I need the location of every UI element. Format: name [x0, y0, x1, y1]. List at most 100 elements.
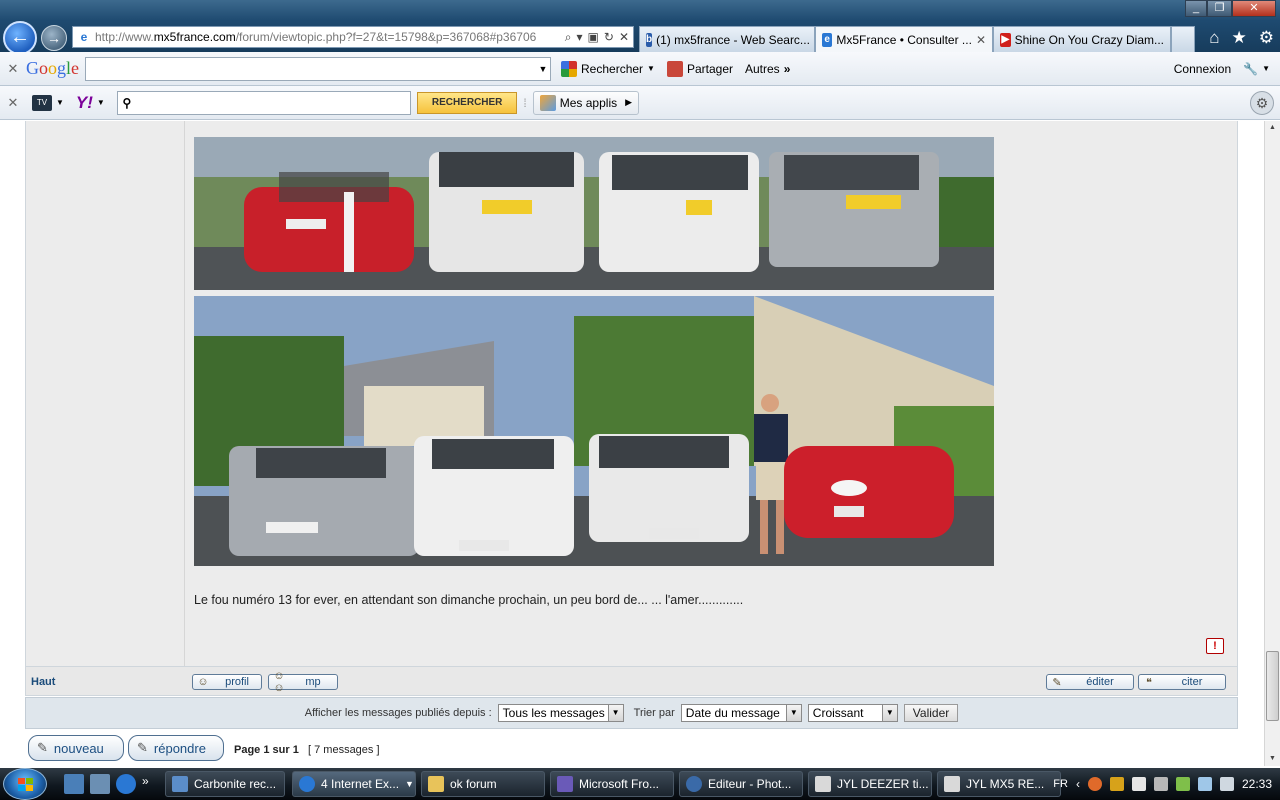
vertical-scrollbar[interactable]: ▲ ▼: [1264, 121, 1280, 766]
quote-icon: ❝: [1146, 676, 1152, 689]
stop-icon[interactable]: ✕: [619, 30, 629, 45]
search-icon[interactable]: ⌕: [565, 30, 572, 45]
close-window-button[interactable]: ✕: [1232, 0, 1276, 17]
rechercher-button[interactable]: Rechercher ▼: [555, 60, 661, 77]
reply-button[interactable]: ✎ répondre: [128, 735, 224, 761]
trier-label: Trier par: [633, 707, 675, 719]
dropdown-arrow-icon[interactable]: ▼: [536, 64, 550, 74]
minimize-button[interactable]: _: [1185, 0, 1207, 17]
post-image-cars-front: [194, 296, 994, 566]
pagination: Page 1 sur 1 [ 7 messages ]: [234, 744, 380, 756]
battery-tray-icon[interactable]: [1175, 777, 1190, 791]
taskbar-item-ie[interactable]: 4 Internet Ex... ▼: [292, 771, 416, 797]
restore-button[interactable]: ❐: [1207, 0, 1232, 17]
firefox-tray-icon[interactable]: [1087, 777, 1102, 791]
report-post-icon[interactable]: !: [1206, 638, 1224, 654]
wifi-tray-icon[interactable]: [1197, 777, 1212, 791]
close-toolbar-icon[interactable]: ✕: [0, 61, 26, 77]
tab-label: Shine On You Crazy Diam...: [1014, 32, 1164, 47]
users-icon: ☺☺: [273, 670, 285, 694]
quick-launch: »: [64, 774, 152, 794]
scroll-up-arrow-icon[interactable]: ▲: [1265, 121, 1280, 135]
editer-label: éditer: [1086, 676, 1114, 688]
address-url[interactable]: http://www.mx5france.com/forum/viewtopic…: [95, 30, 561, 44]
tv-icon[interactable]: TV ▼: [26, 94, 70, 111]
address-bar[interactable]: e http://www.mx5france.com/forum/viewtop…: [72, 26, 634, 48]
apps-icon: [539, 94, 556, 111]
scroll-down-arrow-icon[interactable]: ▼: [1265, 752, 1280, 766]
taskbar-item-photo-editor[interactable]: Editeur - Phot...: [679, 771, 803, 797]
start-button[interactable]: [3, 768, 47, 800]
profil-button[interactable]: ☺ profil: [192, 674, 262, 690]
reply-icon: ✎: [137, 740, 148, 755]
new-topic-label: nouveau: [53, 740, 104, 756]
tray-extra-icon[interactable]: [1153, 777, 1168, 791]
home-icon[interactable]: ⌂: [1209, 28, 1219, 48]
antivirus-tray-icon[interactable]: [1109, 777, 1124, 791]
taskbar-item-carbonite[interactable]: Carbonite rec...: [165, 771, 285, 797]
tools-gear-icon[interactable]: ⚙: [1259, 28, 1274, 48]
volume-tray-icon[interactable]: [1219, 777, 1234, 791]
mes-applis-button[interactable]: Mes applis ▶: [532, 90, 640, 115]
autres-button[interactable]: Autres»: [739, 62, 796, 76]
sort-key-select[interactable]: Date du message ▼: [680, 704, 802, 722]
google-logo: Google: [26, 58, 80, 78]
back-arrow-icon[interactable]: ←: [3, 21, 37, 55]
cars-rear-photo: [194, 137, 994, 290]
tab-mx5france[interactable]: e Mx5France • Consulter ... ✕: [815, 26, 993, 52]
ie-icon: [299, 776, 315, 792]
post-action-row: Haut ☺ profil ☺☺ mp ✎ éditer ❝ citer: [25, 666, 1238, 696]
page-info: Page 1 sur 1: [234, 744, 299, 756]
tab-bing[interactable]: b (1) mx5france - Web Searc...: [639, 26, 815, 52]
language-indicator[interactable]: FR: [1053, 778, 1068, 790]
taskbar-item-ok-forum[interactable]: ok forum: [421, 771, 545, 797]
settings-gear-icon[interactable]: ⚙: [1250, 91, 1274, 115]
valider-button[interactable]: Valider: [903, 704, 959, 722]
tab-youtube[interactable]: ▶ Shine On You Crazy Diam...: [993, 26, 1171, 52]
top-link[interactable]: Haut: [31, 676, 55, 688]
sort-order-select[interactable]: Croissant ▼: [807, 704, 898, 722]
switch-windows-icon[interactable]: [90, 774, 110, 794]
show-desktop-icon[interactable]: [64, 774, 84, 794]
share-icon: [666, 60, 683, 77]
new-topic-button[interactable]: ✎ nouveau: [28, 735, 124, 761]
browser-titlebar: _ ❐ ✕ ← → e http://www.mx5france.com/for…: [0, 0, 1280, 55]
dropdown-arrow-icon[interactable]: ▾: [577, 30, 583, 45]
user-icon: ☺: [197, 676, 209, 688]
period-select[interactable]: Tous les messages ▼: [497, 704, 624, 722]
cars-front-photo: [194, 296, 994, 566]
close-tab-icon[interactable]: ✕: [976, 33, 986, 47]
partager-button[interactable]: Partager: [661, 60, 739, 77]
refresh-icon[interactable]: ↻: [604, 30, 614, 45]
citer-button[interactable]: ❝ citer: [1138, 674, 1226, 690]
afficher-label: Afficher les messages publiés depuis :: [304, 707, 492, 719]
reply-label: répondre: [153, 740, 206, 756]
mp-button[interactable]: ☺☺ mp: [268, 670, 338, 694]
google-toolbar: ✕ Google ▼ Rechercher ▼ Partager Autres» …: [0, 52, 1280, 86]
tray-expand-icon[interactable]: ‹: [1076, 777, 1080, 791]
connexion-button[interactable]: Connexion: [1168, 62, 1237, 76]
messages-count: [ 7 messages ]: [308, 744, 380, 756]
forward-arrow-icon[interactable]: →: [41, 25, 67, 51]
clock[interactable]: 22:33: [1242, 777, 1272, 791]
google-search-input[interactable]: ▼: [85, 56, 552, 81]
more-arrow-icon[interactable]: »: [142, 774, 152, 794]
compat-view-icon[interactable]: ▣: [588, 30, 599, 45]
scroll-thumb[interactable]: [1266, 651, 1279, 721]
favorites-star-icon[interactable]: ★: [1232, 28, 1247, 48]
editer-button[interactable]: ✎ éditer: [1046, 674, 1134, 690]
ie-quicklaunch-icon[interactable]: [116, 774, 136, 794]
network-tray-icon[interactable]: [1131, 777, 1146, 791]
post-image-cars-rear: [194, 137, 994, 290]
yahoo-logo[interactable]: Y! ▼: [70, 93, 111, 113]
yahoo-rechercher-button[interactable]: RECHERCHER: [416, 91, 518, 114]
close-toolbar-icon[interactable]: ✕: [0, 95, 26, 111]
new-tab-button[interactable]: [1171, 26, 1195, 52]
taskbar-item-mx5[interactable]: JYL MX5 RE...: [937, 771, 1061, 797]
taskbar-item-deezer[interactable]: JYL DEEZER ti...: [808, 771, 932, 797]
taskbar-item-frontpage[interactable]: Microsoft Fro...: [550, 771, 674, 797]
windows-logo-icon: [18, 778, 33, 791]
yahoo-search-input[interactable]: ⚲: [116, 90, 411, 115]
magnifier-icon: ⚲: [122, 95, 132, 110]
wrench-icon[interactable]: 🔧 ▼: [1237, 62, 1280, 76]
